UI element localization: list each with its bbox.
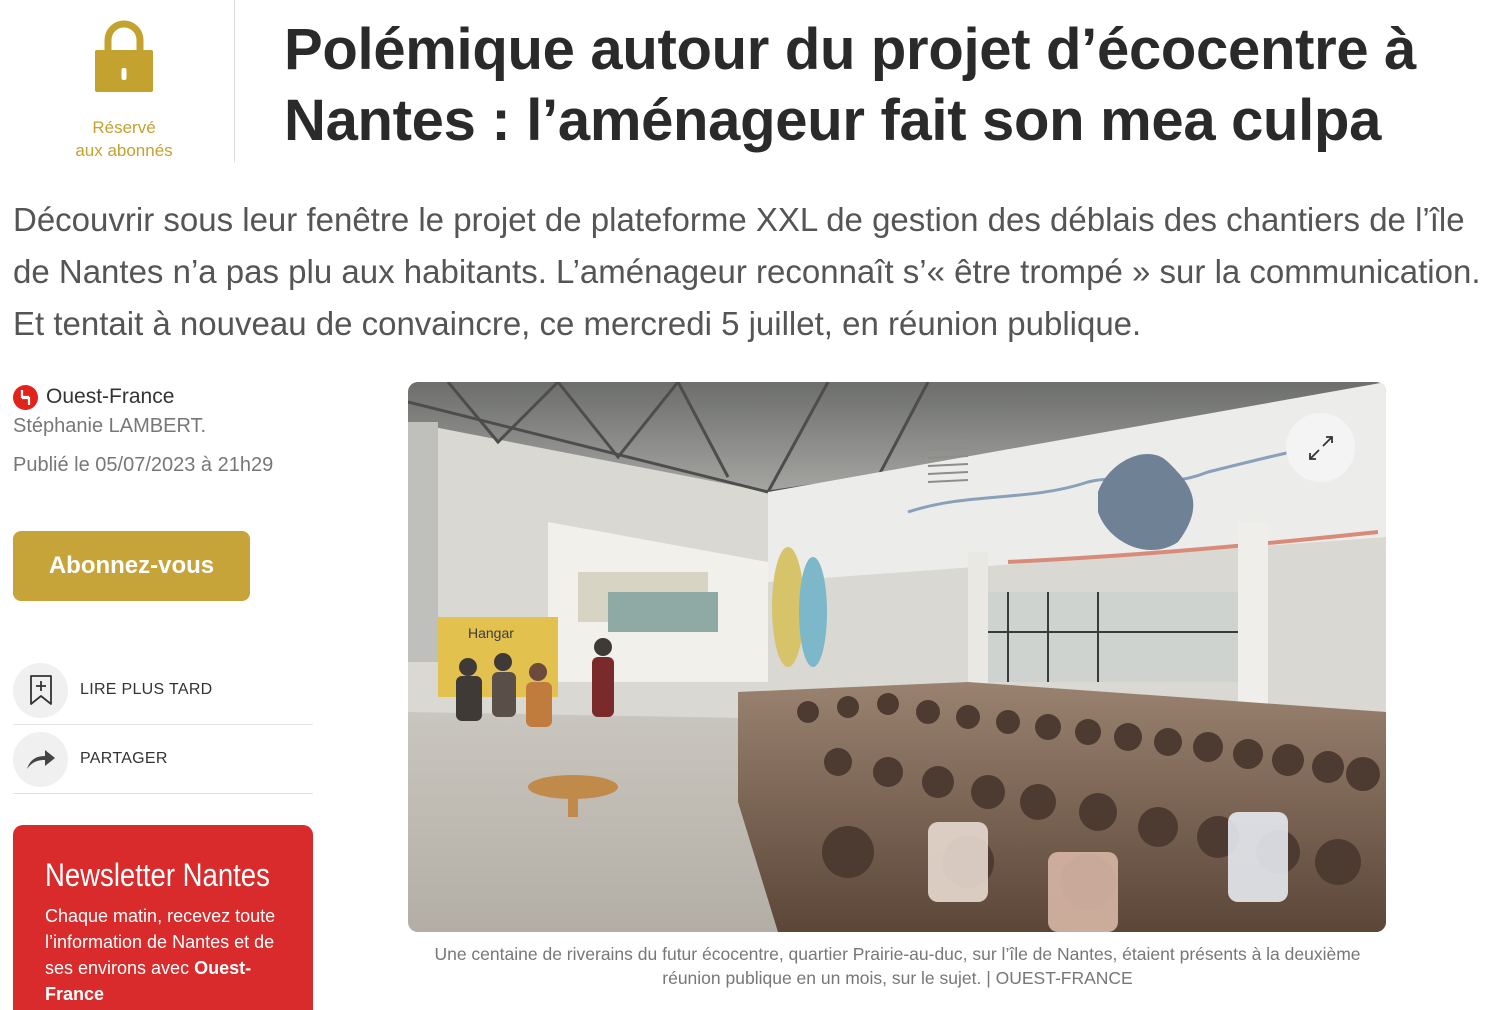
premium-badge: Réservé aux abonnés <box>13 0 235 162</box>
article-title: Polémique autour du projet d’écocentre à… <box>284 17 1417 153</box>
share-label: PARTAGER <box>80 750 168 767</box>
share-arrow-icon <box>13 731 68 787</box>
source-line[interactable]: Ouest-France <box>13 383 313 411</box>
read-later-label: LIRE PLUS TARD <box>80 681 213 698</box>
hangar-sign-text: Hangar <box>468 625 514 641</box>
read-later-button[interactable]: LIRE PLUS TARD <box>13 656 313 725</box>
photo-caption: Une centaine de riverains du futur écoce… <box>434 944 1361 988</box>
newsletter-box[interactable]: Newsletter Nantes Chaque matin, recevez … <box>13 825 313 1010</box>
ouest-france-logo-icon <box>13 384 38 410</box>
premium-label-line2: aux abonnés <box>75 141 173 160</box>
article-lead: Découvrir sous leur fenêtre le projet de… <box>13 201 1481 342</box>
newsletter-title: Newsletter Nantes <box>45 857 270 893</box>
article-photo[interactable]: Hangar <box>408 382 1386 932</box>
premium-label-line1: Réservé <box>92 118 156 137</box>
bookmark-add-icon <box>13 662 68 718</box>
expand-photo-button[interactable] <box>1286 413 1355 482</box>
padlock-icon <box>95 20 153 92</box>
publish-date: Publié le 05/07/2023 à 21h29 <box>13 454 274 476</box>
public-meeting-photo: Hangar <box>408 382 1386 932</box>
article-meta: Ouest-France Stéphanie LAMBERT. Publié l… <box>13 383 313 477</box>
source-name[interactable]: Ouest-France <box>46 385 174 409</box>
subscribe-button[interactable]: Abonnez-vous <box>13 531 250 601</box>
expand-icon <box>1308 435 1333 460</box>
newsletter-text: Chaque matin, recevez toute l’informatio… <box>45 903 281 1007</box>
share-button[interactable]: PARTAGER <box>13 725 313 794</box>
author-name: Stéphanie LAMBERT. <box>13 415 207 437</box>
premium-label: Réservé aux abonnés <box>13 116 235 162</box>
